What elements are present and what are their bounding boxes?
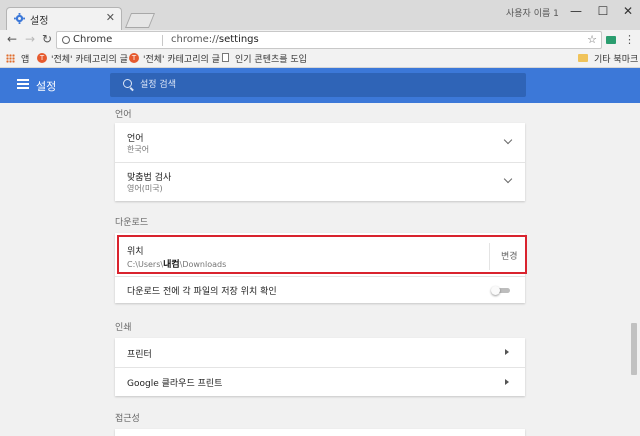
row-value: 한국어 bbox=[127, 145, 150, 154]
download-path: C:\Users\내컴\Downloads bbox=[127, 260, 227, 270]
reload-icon[interactable]: ↻ bbox=[40, 32, 54, 46]
cloud-print-row[interactable]: Google 클라우드 프린트 bbox=[115, 368, 525, 396]
address-bar[interactable]: Chrome chrome://settings ☆ bbox=[56, 31, 602, 49]
apps-grid-icon[interactable] bbox=[6, 54, 15, 63]
gear-icon bbox=[14, 13, 25, 24]
scrollbar[interactable] bbox=[628, 103, 640, 436]
tab-title: 설정 bbox=[30, 16, 49, 27]
printing-card: 프린터 Google 클라우드 프린트 bbox=[115, 338, 525, 396]
arrow-right-icon bbox=[505, 379, 509, 385]
language-row[interactable]: 언어 한국어 bbox=[115, 123, 525, 162]
scrollbar-thumb[interactable] bbox=[631, 323, 637, 375]
hamburger-icon[interactable] bbox=[17, 79, 29, 89]
tab-settings[interactable]: 설정 ✕ bbox=[6, 7, 122, 30]
maximize-button[interactable]: ☐ bbox=[595, 4, 611, 18]
bookmark-item[interactable]: 인기 콘텐츠를 도입 bbox=[235, 52, 307, 65]
spellcheck-row[interactable]: 맞춤법 검사 영어(미국) bbox=[115, 163, 525, 201]
new-tab-button[interactable] bbox=[124, 13, 156, 28]
bookmark-favicon-icon: T bbox=[129, 53, 139, 63]
bookmarks-bar: 앱 T '전체' 카테고리의 글 T '전체' 카테고리의 글 인기 콘텐츠를 … bbox=[0, 50, 640, 68]
document-icon bbox=[222, 53, 229, 62]
bookmark-favicon-icon: T bbox=[37, 53, 47, 63]
star-icon[interactable]: ☆ bbox=[587, 33, 597, 46]
download-location-row: 위치 C:\Users\내컴\Downloads 변경 bbox=[117, 235, 527, 274]
ask-where-to-save-row[interactable]: 다운로드 전에 각 파일의 저장 위치 확인 bbox=[115, 277, 525, 303]
page-title: 설정 bbox=[36, 80, 57, 93]
other-bookmarks[interactable]: 기타 북마크 bbox=[594, 52, 638, 65]
back-arrow-icon[interactable]: ← bbox=[5, 32, 19, 46]
site-info-icon[interactable] bbox=[62, 36, 70, 44]
divider bbox=[489, 243, 490, 270]
accessibility-card bbox=[115, 429, 525, 436]
menu-icon[interactable]: ⋮ bbox=[624, 33, 635, 46]
section-title-printing: 인쇄 bbox=[115, 323, 132, 333]
row-title: 프린터 bbox=[127, 350, 152, 360]
browser-toolbar: ← → ↻ Chrome chrome://settings ☆ ⋮ bbox=[0, 30, 640, 50]
row-title: 맞춤법 검사 bbox=[127, 173, 172, 183]
chevron-down-icon[interactable] bbox=[503, 135, 513, 145]
toggle-knob bbox=[491, 286, 500, 295]
settings-search[interactable] bbox=[110, 73, 526, 97]
arrow-right-icon bbox=[505, 349, 509, 355]
site-name: Chrome bbox=[73, 34, 113, 45]
ask-where-to-save-toggle[interactable] bbox=[491, 286, 511, 295]
bookmark-item[interactable]: '전체' 카테고리의 글 bbox=[51, 52, 128, 65]
extension-icon[interactable] bbox=[606, 36, 616, 44]
row-title: Google 클라우드 프린트 bbox=[127, 379, 223, 389]
section-title-language: 언어 bbox=[115, 110, 132, 120]
close-window-button[interactable]: ✕ bbox=[620, 4, 636, 18]
row-title: 위치 bbox=[127, 247, 144, 257]
url-text[interactable]: chrome://settings bbox=[171, 34, 259, 45]
search-icon bbox=[123, 79, 132, 88]
tab-close-icon[interactable]: ✕ bbox=[106, 11, 115, 24]
chevron-down-icon[interactable] bbox=[503, 174, 513, 184]
search-input[interactable] bbox=[140, 78, 510, 92]
settings-header: 설정 bbox=[0, 68, 640, 103]
row-title: 언어 bbox=[127, 134, 144, 144]
printers-row[interactable]: 프린터 bbox=[115, 338, 525, 367]
minimize-button[interactable]: — bbox=[568, 4, 584, 18]
section-title-accessibility: 접근성 bbox=[115, 414, 140, 424]
language-card: 언어 한국어 맞춤법 검사 영어(미국) bbox=[115, 123, 525, 201]
bookmark-apps[interactable]: 앱 bbox=[21, 52, 29, 65]
forward-arrow-icon[interactable]: → bbox=[23, 32, 37, 46]
omnibox-divider bbox=[162, 35, 163, 46]
section-title-downloads: 다운로드 bbox=[115, 218, 149, 228]
folder-icon bbox=[578, 54, 588, 62]
row-value: 영어(미국) bbox=[127, 184, 163, 193]
profile-name[interactable]: 사용자 이름 1 bbox=[506, 6, 559, 19]
change-button[interactable]: 변경 bbox=[501, 249, 518, 262]
title-bar: 설정 ✕ 사용자 이름 1 — ☐ ✕ bbox=[0, 0, 640, 30]
bookmark-item[interactable]: '전체' 카테고리의 글 bbox=[143, 52, 220, 65]
row-title: 다운로드 전에 각 파일의 저장 위치 확인 bbox=[127, 287, 277, 297]
